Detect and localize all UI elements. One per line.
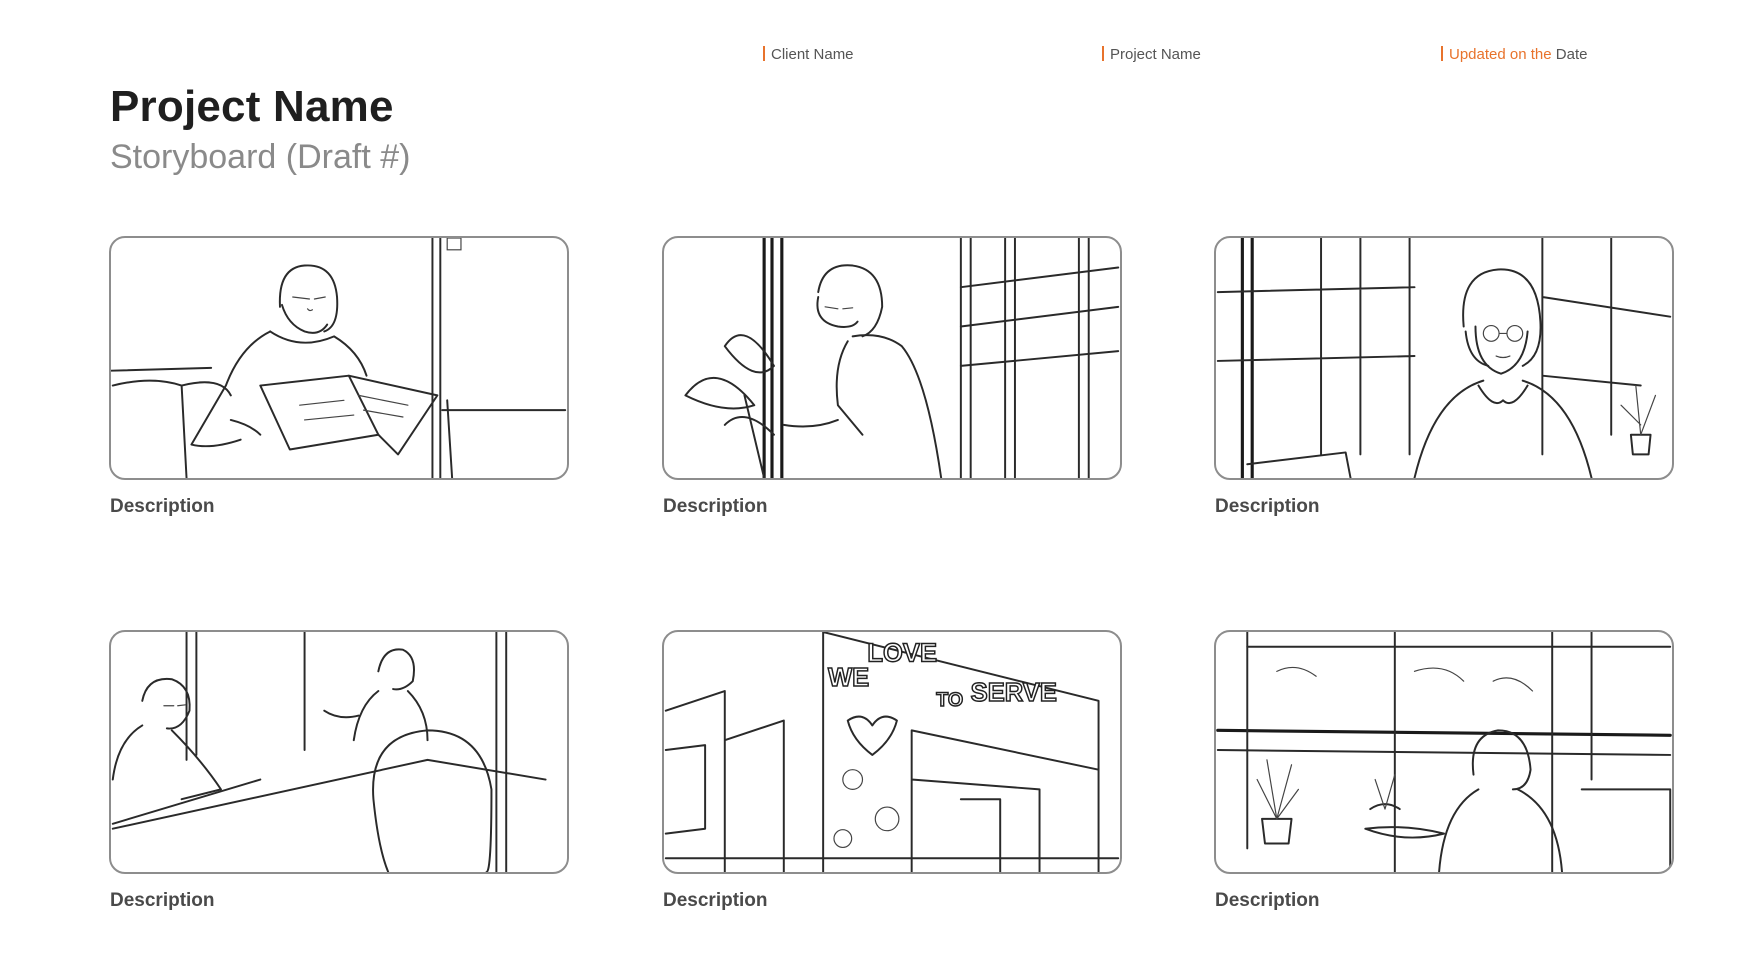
page-title: Project Name xyxy=(110,82,394,131)
panel-5-description: Description xyxy=(663,890,768,911)
client-name-text: Client Name xyxy=(771,46,854,63)
panel-1-description: Description xyxy=(110,496,215,517)
panel-2-description: Description xyxy=(663,496,768,517)
project-name-label: Project Name xyxy=(1102,46,1201,63)
sketch-window-plants xyxy=(1216,632,1672,872)
storyboard-panel-2 xyxy=(662,236,1122,480)
mural-text-serve: SERVE xyxy=(971,679,1057,707)
sketch-meeting-table xyxy=(111,632,547,872)
project-name-text: Project Name xyxy=(1110,46,1201,63)
storyboard-panel-4 xyxy=(109,630,569,874)
mural-text-love: LOVE xyxy=(867,640,937,668)
storyboard-panel-5: WE LOVE TO SERVE xyxy=(662,630,1122,874)
accent-bar xyxy=(1441,46,1443,61)
accent-bar xyxy=(1102,46,1104,61)
panel-4-description: Description xyxy=(110,890,215,911)
sketch-woman-plant xyxy=(684,238,1120,478)
updated-date-label: Updated on the Date xyxy=(1441,46,1587,63)
sketch-mural-wall: WE LOVE TO SERVE xyxy=(664,632,1120,872)
accent-bar xyxy=(763,46,765,61)
page-subtitle: Storyboard (Draft #) xyxy=(110,138,411,176)
storyboard-panel-1 xyxy=(109,236,569,480)
updated-date-text: Date xyxy=(1555,46,1588,63)
updated-prefix-text: Updated on the xyxy=(1449,46,1552,63)
sketch-woman-reading xyxy=(111,238,567,478)
client-name-label: Client Name xyxy=(763,46,854,63)
mural-text-to: TO xyxy=(936,689,963,711)
sketch-woman-portrait xyxy=(1216,238,1672,478)
panel-6-description: Description xyxy=(1215,890,1320,911)
mural-text-we: WE xyxy=(828,664,869,692)
storyboard-panel-3 xyxy=(1214,236,1674,480)
panel-3-description: Description xyxy=(1215,496,1320,517)
storyboard-panel-6 xyxy=(1214,630,1674,874)
